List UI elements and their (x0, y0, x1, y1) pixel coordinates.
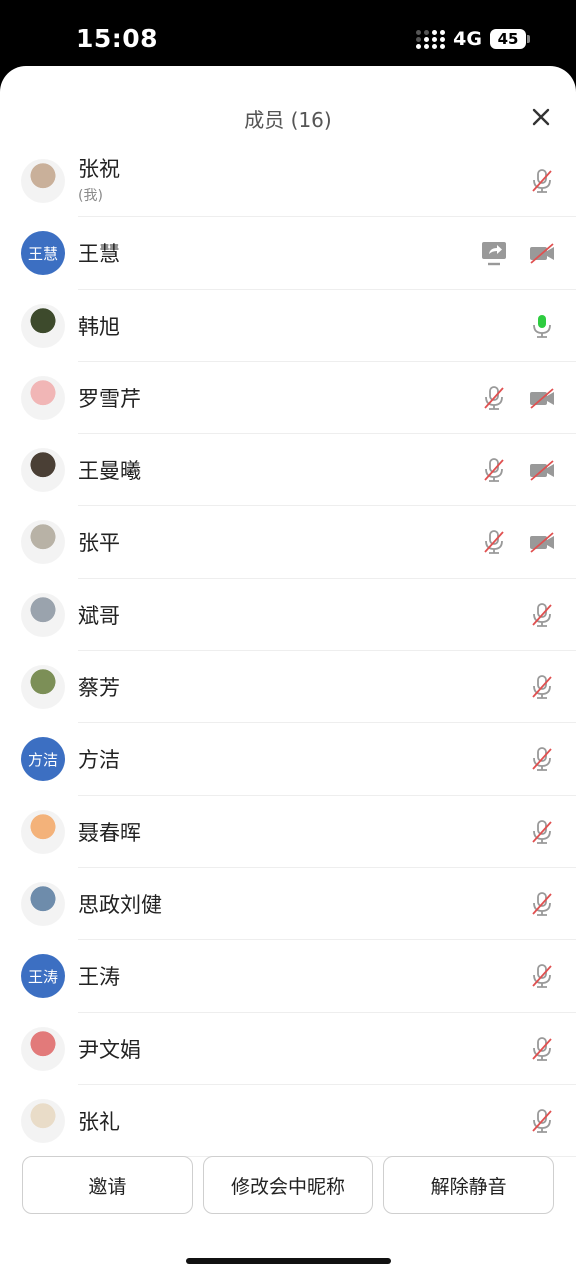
screen-share-icon[interactable] (480, 239, 508, 267)
status-bar: 15:08 4G 45 (0, 0, 576, 66)
member-status-icons (528, 1107, 556, 1135)
avatar-photo (21, 665, 65, 710)
sheet-header: 成员 (16) (0, 66, 576, 150)
video-off-icon[interactable] (528, 528, 556, 556)
member-self-tag: (我) (78, 188, 103, 204)
mic-muted-icon[interactable] (528, 1035, 556, 1063)
mic-muted-icon[interactable] (480, 528, 508, 556)
member-status-icons (528, 167, 556, 195)
mic-muted-icon[interactable] (528, 601, 556, 629)
member-name: 张礼 (78, 1109, 120, 1134)
member-status-icons (528, 312, 556, 340)
member-status-icons (528, 745, 556, 773)
mic-muted-icon[interactable] (528, 167, 556, 195)
avatar-photo (21, 881, 65, 926)
member-status-icons (480, 456, 556, 484)
member-name: 罗雪芹 (78, 386, 141, 411)
avatar: 王慧 (21, 231, 65, 276)
mic-active-icon[interactable] (528, 312, 556, 340)
member-name: 方洁 (78, 748, 120, 773)
member-status-icons (528, 818, 556, 846)
mic-muted-icon[interactable] (528, 962, 556, 990)
avatar-photo (21, 159, 65, 203)
member-row[interactable]: 罗雪芹 (21, 362, 576, 435)
avatar-photo (21, 448, 65, 493)
member-row[interactable]: 张礼 (21, 1085, 576, 1158)
mic-muted-icon[interactable] (528, 673, 556, 701)
member-status-icons (480, 384, 556, 412)
member-name: 张平 (78, 531, 120, 556)
unmute-button[interactable]: 解除静音 (383, 1156, 555, 1214)
status-time: 15:08 (76, 24, 159, 53)
battery-icon: 45 (490, 29, 530, 49)
member-name: 王涛 (78, 965, 120, 990)
member-status-icons (480, 528, 556, 556)
close-icon (532, 108, 550, 126)
video-off-icon[interactable] (528, 456, 556, 484)
member-row[interactable]: 尹文娟 (21, 1013, 576, 1085)
member-name: 思政刘健 (78, 892, 162, 917)
signal-icon (416, 29, 446, 49)
mic-muted-icon[interactable] (480, 456, 508, 484)
member-name: 王曼曦 (78, 459, 141, 484)
member-row[interactable]: 韩旭 (21, 290, 576, 362)
member-row[interactable]: 王涛 王涛 (21, 940, 576, 1013)
avatar-photo (21, 1026, 65, 1071)
avatar: 方洁 (21, 737, 65, 782)
invite-button[interactable]: 邀请 (22, 1156, 193, 1214)
avatar-photo (21, 303, 65, 348)
mic-muted-icon[interactable] (528, 745, 556, 773)
home-indicator (186, 1258, 391, 1264)
video-off-icon[interactable] (528, 239, 556, 267)
member-row[interactable]: 思政刘健 (21, 868, 576, 941)
mic-muted-icon[interactable] (528, 890, 556, 918)
avatar-photo (21, 1098, 65, 1143)
member-row[interactable]: 王曼曦 (21, 434, 576, 507)
status-indicators: 4G 45 (416, 28, 530, 50)
member-row[interactable]: 蔡芳 (21, 651, 576, 724)
member-name: 王慧 (78, 242, 120, 267)
member-name: 张祝 (78, 157, 120, 181)
member-status-icons (528, 601, 556, 629)
member-row[interactable]: 方洁 方洁 (21, 723, 576, 796)
member-status-icons (528, 673, 556, 701)
member-status-icons (528, 1035, 556, 1063)
avatar-photo (21, 375, 65, 420)
member-name: 尹文娟 (78, 1037, 141, 1062)
members-sheet: 成员 (16) 张祝 (我) 王慧 王慧韩旭罗雪芹王曼曦张平斌哥蔡芳方洁 方洁聂春晖思政… (0, 66, 576, 1276)
member-row[interactable]: 王慧 王慧 (21, 217, 576, 290)
battery-level: 45 (497, 30, 519, 48)
avatar-photo (21, 592, 65, 637)
mic-muted-icon[interactable] (528, 1107, 556, 1135)
member-name: 斌哥 (78, 603, 120, 628)
avatar-photo (21, 809, 65, 854)
member-row[interactable]: 张祝 (我) (21, 145, 576, 218)
member-status-icons (528, 890, 556, 918)
close-button[interactable] (528, 104, 554, 130)
page-title: 成员 (16) (244, 108, 332, 132)
member-status-icons (480, 239, 556, 267)
member-status-icons (528, 962, 556, 990)
bottom-action-bar: 邀请 修改会中昵称 解除静音 (22, 1156, 555, 1214)
mic-muted-icon[interactable] (480, 384, 508, 412)
avatar: 王涛 (21, 954, 65, 999)
member-row[interactable]: 聂春晖 (21, 796, 576, 868)
network-label: 4G (453, 28, 482, 50)
member-row[interactable]: 斌哥 (21, 579, 576, 652)
video-off-icon[interactable] (528, 384, 556, 412)
member-name: 聂春晖 (78, 820, 141, 845)
member-name: 蔡芳 (78, 676, 120, 701)
mic-muted-icon[interactable] (528, 818, 556, 846)
avatar-photo (21, 520, 65, 565)
member-list: 张祝 (我) 王慧 王慧韩旭罗雪芹王曼曦张平斌哥蔡芳方洁 方洁聂春晖思政刘健王涛 王涛尹文… (0, 145, 576, 1158)
member-name: 韩旭 (78, 314, 120, 339)
member-row[interactable]: 张平 (21, 506, 576, 579)
rename-button[interactable]: 修改会中昵称 (202, 1156, 374, 1214)
